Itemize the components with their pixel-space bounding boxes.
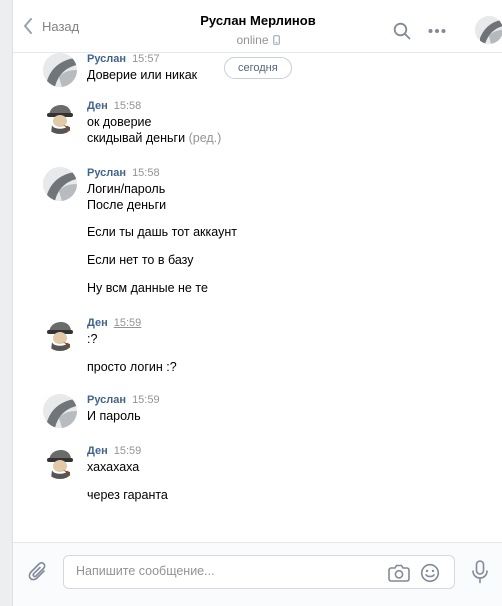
message-meta: Руслан 15:57: [87, 53, 487, 67]
avatar[interactable]: [43, 100, 77, 134]
message-text: Доверие или никак: [87, 68, 198, 82]
message-body: Ден 15:58 ок доверие скидывай деньги (ре…: [87, 100, 487, 146]
message-meta: Руслан 15:58: [87, 167, 487, 181]
message-time[interactable]: 15:57: [132, 53, 160, 65]
message-text: Ну всм данные не те: [87, 281, 208, 295]
message-input-box[interactable]: [63, 555, 455, 589]
chat-header: Назад Руслан Мерлинов online: [13, 0, 502, 53]
avatar[interactable]: [43, 445, 77, 479]
chat-title-block: Руслан Мерлинов online: [163, 13, 353, 47]
more-horizontal-icon[interactable]: [426, 20, 448, 42]
message-body: Руслан 15:57 Доверие или никак: [87, 53, 487, 83]
message-time[interactable]: 15:58: [132, 167, 160, 179]
author-name[interactable]: Ден: [87, 445, 108, 457]
message-text: После деньги: [87, 198, 167, 212]
message-text: через гаранта: [87, 488, 168, 502]
chat-panel: Назад Руслан Мерлинов online сегодня Рус…: [12, 0, 502, 606]
message-meta: Ден 15:59: [87, 317, 487, 331]
microphone-icon[interactable]: [471, 560, 489, 587]
message-text: хахахаха: [87, 460, 140, 474]
online-status: online: [236, 33, 280, 47]
message-text: :?: [87, 332, 98, 346]
message-body: Руслан 15:59 И пароль: [87, 394, 487, 424]
message-composer: [13, 542, 502, 606]
chat-title[interactable]: Руслан Мерлинов: [163, 13, 353, 28]
avatar[interactable]: [43, 167, 77, 201]
message-body: Ден 15:59 хахахаха через гаранта: [87, 445, 487, 503]
status-text: online: [236, 33, 269, 47]
message-body: Руслан 15:58 Логин/пароль После деньги Е…: [87, 167, 487, 296]
message-meta: Ден 15:58: [87, 100, 487, 114]
author-name[interactable]: Руслан: [87, 167, 126, 179]
back-button[interactable]: Назад: [23, 18, 79, 34]
message-text: Если нет то в базу: [87, 253, 194, 267]
avatar[interactable]: [43, 394, 77, 428]
message-time[interactable]: 15:59: [114, 445, 142, 457]
search-icon[interactable]: [391, 20, 413, 42]
avatar[interactable]: [43, 53, 77, 87]
message-text: скидывай деньги: [87, 131, 186, 145]
avatar[interactable]: [43, 317, 77, 351]
smile-icon[interactable]: [420, 563, 440, 586]
message-meta: Ден 15:59: [87, 445, 487, 459]
paperclip-icon[interactable]: [27, 561, 49, 586]
message-body: Ден 15:59 :? просто логин :?: [87, 317, 487, 375]
message-text: И пароль: [87, 409, 141, 423]
message-text: ок доверие: [87, 115, 152, 129]
author-name[interactable]: Ден: [87, 100, 108, 112]
author-name[interactable]: Руслан: [87, 394, 126, 406]
header-avatar[interactable]: [475, 16, 502, 44]
message-text-row: скидывай деньги (ред.): [87, 130, 487, 146]
chevron-left-icon: [24, 18, 32, 34]
message-list[interactable]: сегодня Руслан 15:57 Доверие или никак Д…: [13, 53, 502, 542]
author-name[interactable]: Руслан: [87, 53, 126, 65]
message-input[interactable]: [76, 564, 376, 578]
message-time[interactable]: 15:59: [114, 317, 142, 329]
edited-marker[interactable]: (ред.): [189, 131, 222, 145]
message-text: просто логин :?: [87, 360, 177, 374]
message-text: Если ты дашь тот аккаунт: [87, 225, 237, 239]
back-label: Назад: [42, 18, 80, 34]
camera-icon[interactable]: [388, 563, 410, 586]
message-meta: Руслан 15:59: [87, 394, 487, 408]
message-time[interactable]: 15:58: [114, 100, 142, 112]
message-time[interactable]: 15:59: [132, 394, 160, 406]
mobile-phone-icon: [272, 35, 280, 45]
author-name[interactable]: Ден: [87, 317, 108, 329]
message-text: Логин/пароль: [87, 182, 166, 196]
